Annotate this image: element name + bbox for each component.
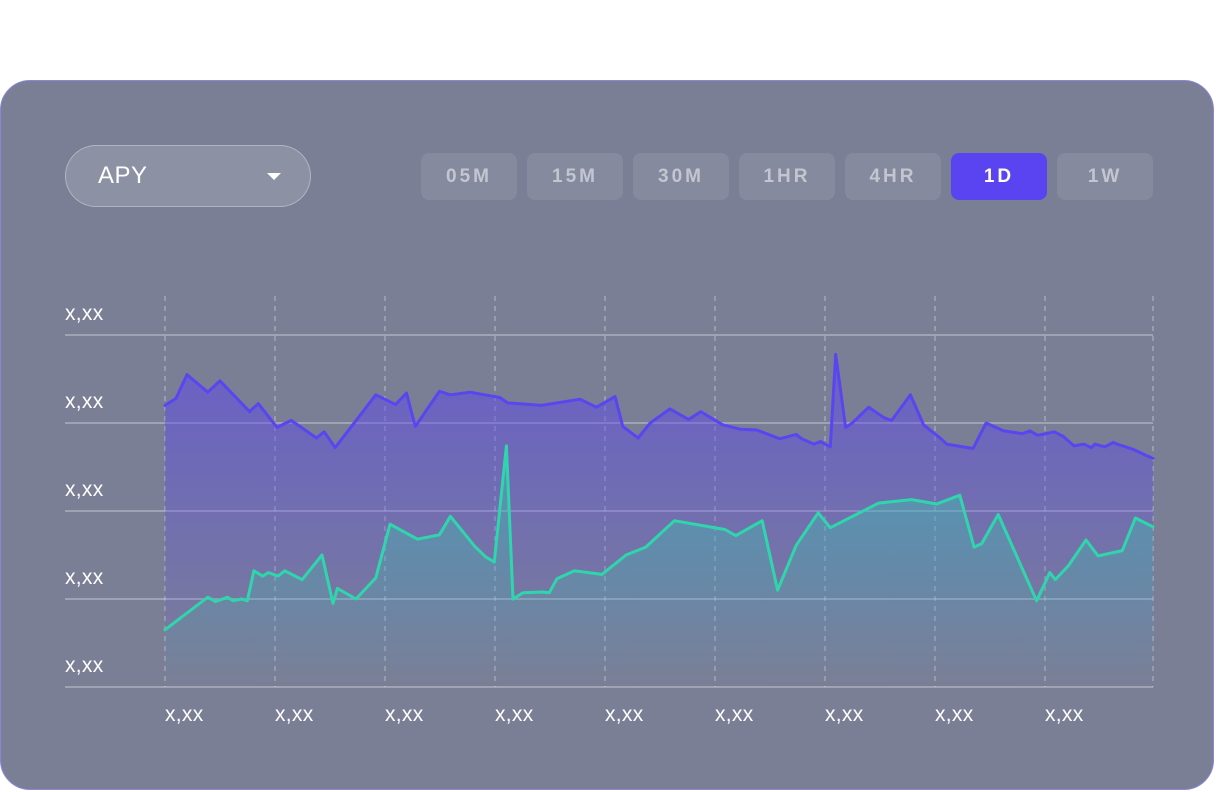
x-tick-label: x,xx bbox=[715, 703, 754, 726]
chart-plot: x,xx x,xx x,xx x,xx x,xx x,xx x,xx x,xx x,xx x,xx… bbox=[65, 296, 1155, 726]
chart-card: APY 05M 15M 30M 1HR 4HR 1D 1W x,xx x,xx x,… bbox=[0, 80, 1214, 790]
x-tick-label: x,xx bbox=[1045, 703, 1084, 726]
x-tick-label: x,xx bbox=[605, 703, 644, 726]
y-tick-label: x,xx bbox=[65, 390, 104, 413]
y-tick-label: x,xx bbox=[65, 566, 104, 589]
y-tick-label: x,xx bbox=[65, 654, 104, 677]
x-tick-label: x,xx bbox=[165, 703, 204, 726]
x-tick-label: x,xx bbox=[825, 703, 864, 726]
x-tick-label: x,xx bbox=[275, 703, 314, 726]
x-tick-label: x,xx bbox=[495, 703, 534, 726]
y-tick-label: x,xx bbox=[65, 302, 104, 325]
x-tick-label: x,xx bbox=[935, 703, 974, 726]
x-tick-label: x,xx bbox=[385, 703, 424, 726]
y-tick-label: x,xx bbox=[65, 478, 104, 501]
